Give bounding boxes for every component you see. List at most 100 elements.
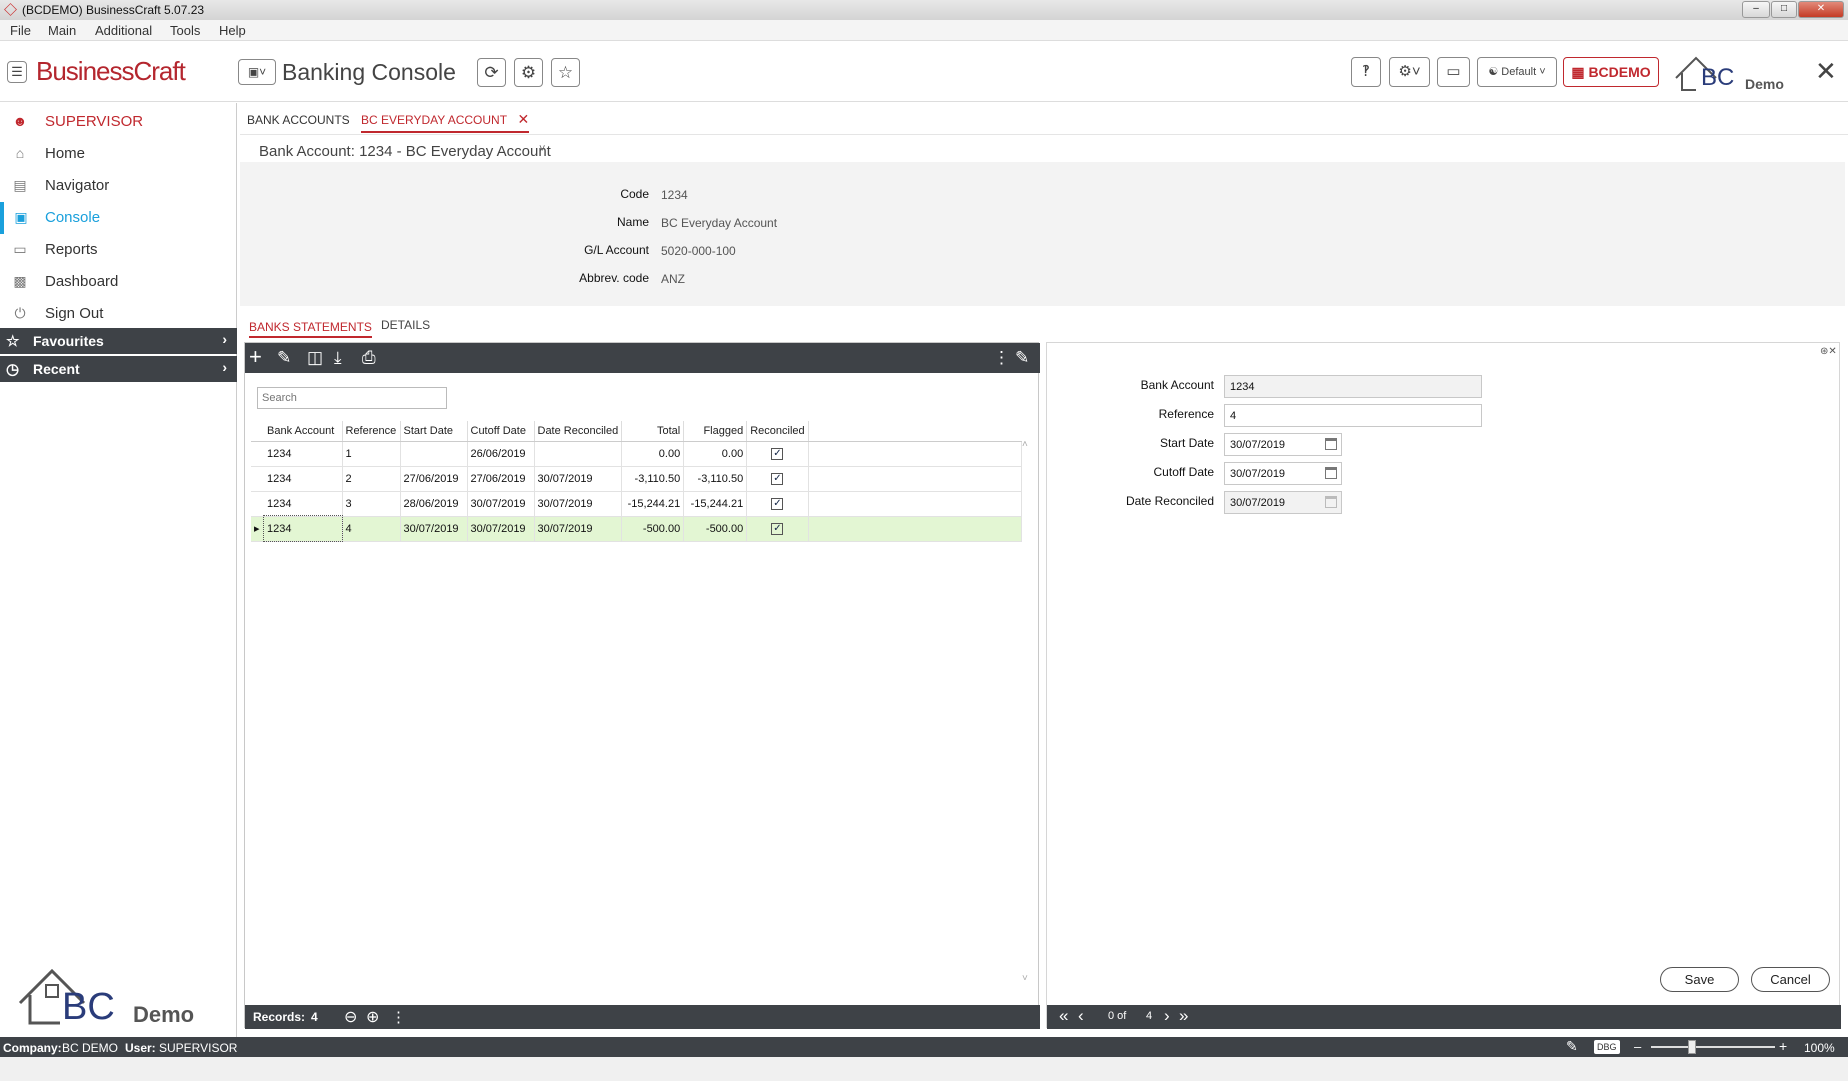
- col-total[interactable]: Total: [621, 421, 685, 442]
- table-cell[interactable]: 1: [342, 441, 401, 467]
- sidebar-item-console[interactable]: ▣ Console: [0, 202, 237, 234]
- unpin-close-icon[interactable]: ⊛✕: [1820, 346, 1837, 357]
- delete-trash-icon[interactable]: ◫: [307, 348, 323, 368]
- minimize-button[interactable]: –: [1742, 1, 1770, 18]
- close-console-icon[interactable]: ✕: [1815, 56, 1837, 87]
- scroll-up-icon[interactable]: ˄: [1022, 439, 1028, 450]
- table-row[interactable]: 1234 3 28/06/2019 30/07/2019 30/07/2019 -15,2…: [251, 491, 1022, 517]
- table-cell[interactable]: 1234: [264, 441, 343, 467]
- table-cell[interactable]: 0.00: [683, 441, 748, 467]
- more-vertical-icon[interactable]: ⋮: [993, 348, 1010, 368]
- maximize-button[interactable]: □: [1771, 1, 1797, 18]
- grid-scrollbar[interactable]: ˄ ˅: [1021, 439, 1033, 984]
- table-cell[interactable]: -15,244.21: [683, 491, 748, 517]
- col-reference[interactable]: Reference: [342, 421, 401, 442]
- first-page-icon[interactable]: «: [1059, 1006, 1068, 1026]
- table-cell[interactable]: -3,110.50: [683, 466, 748, 492]
- chat-icon[interactable]: ✎: [1566, 1038, 1578, 1055]
- reconciled-checkbox-cell[interactable]: ✓: [746, 491, 809, 517]
- col-reconciled[interactable]: Reconciled: [746, 421, 809, 442]
- sidebar-favourites[interactable]: ☆ Favourites ›: [0, 328, 237, 354]
- collapse-minus-icon[interactable]: ⊖: [344, 1007, 357, 1027]
- help-bulb-icon[interactable]: ‽: [1351, 57, 1381, 87]
- settings-gear-icon[interactable]: ⚙: [514, 58, 543, 87]
- table-cell[interactable]: 27/06/2019: [400, 466, 468, 492]
- table-cell[interactable]: -15,244.21: [621, 491, 685, 517]
- table-cell[interactable]: -500.00: [683, 516, 748, 542]
- table-cell[interactable]: [400, 441, 468, 467]
- menu-file[interactable]: File: [10, 23, 31, 38]
- calendar-icon[interactable]: [1325, 467, 1337, 479]
- footer-more-icon[interactable]: ⋮: [391, 1008, 406, 1026]
- scroll-down-icon[interactable]: ˅: [1022, 973, 1028, 984]
- col-bank-account[interactable]: Bank Account: [264, 421, 343, 442]
- table-cell[interactable]: 30/07/2019: [534, 516, 623, 542]
- reference-field[interactable]: 4: [1224, 404, 1482, 427]
- save-button[interactable]: Save: [1660, 967, 1739, 992]
- add-icon[interactable]: +: [249, 344, 262, 370]
- menu-main[interactable]: Main: [48, 23, 76, 38]
- cutoff-date-field[interactable]: 30/07/2019: [1224, 462, 1342, 485]
- reconciled-checkbox[interactable]: ✓: [771, 473, 784, 485]
- sidebar-item-reports[interactable]: ▭ Reports: [0, 234, 237, 266]
- table-cell[interactable]: 30/07/2019: [534, 491, 623, 517]
- menu-help[interactable]: Help: [219, 23, 246, 38]
- reconciled-checkbox[interactable]: ✓: [771, 523, 784, 535]
- dbg-badge[interactable]: DBG: [1594, 1040, 1620, 1054]
- table-cell[interactable]: -500.00: [621, 516, 685, 542]
- profile-dropdown[interactable]: ☯ Default ˅: [1477, 57, 1557, 87]
- cancel-button[interactable]: Cancel: [1751, 967, 1830, 992]
- zoom-in-icon[interactable]: +: [1779, 1038, 1787, 1054]
- table-cell[interactable]: 4: [342, 516, 401, 542]
- reconciled-checkbox-cell[interactable]: ✓: [746, 516, 809, 542]
- table-cell[interactable]: 1234: [264, 466, 343, 492]
- next-page-icon[interactable]: ›: [1164, 1006, 1170, 1026]
- sidebar-item-dashboard[interactable]: ▩ Dashboard: [0, 266, 237, 298]
- printer-tray-icon[interactable]: ▭: [1437, 57, 1470, 87]
- sidebar-item-sign-out[interactable]: ⏻ Sign Out: [0, 298, 237, 330]
- table-cell[interactable]: 28/06/2019: [400, 491, 468, 517]
- close-window-button[interactable]: ✕: [1798, 1, 1844, 18]
- col-date-reconciled[interactable]: Date Reconciled: [534, 421, 623, 442]
- record-header[interactable]: Bank Account: 1234 - BC Everyday Account: [259, 143, 551, 160]
- col-cutoff-date[interactable]: Cutoff Date: [467, 421, 535, 442]
- col-start-date[interactable]: Start Date: [400, 421, 468, 442]
- menu-tools[interactable]: Tools: [170, 23, 200, 38]
- table-row[interactable]: ▸ 1234 4 30/07/2019 30/07/2019 30/07/2019 -500…: [251, 515, 1022, 542]
- table-cell[interactable]: 30/07/2019: [400, 516, 468, 542]
- tab-banks-statements[interactable]: BANKS STATEMENTS: [249, 318, 372, 338]
- chevron-down-icon[interactable]: ˅: [539, 143, 545, 155]
- menu-additional[interactable]: Additional: [95, 23, 152, 38]
- sidebar-item-navigator[interactable]: ▤ Navigator: [0, 170, 237, 202]
- zoom-slider[interactable]: [1651, 1046, 1775, 1048]
- sidebar-recent[interactable]: ◷ Recent ›: [0, 356, 237, 382]
- last-page-icon[interactable]: »: [1179, 1006, 1188, 1026]
- table-cell[interactable]: 26/06/2019: [467, 441, 535, 467]
- table-cell[interactable]: 1234: [264, 491, 343, 517]
- start-date-field[interactable]: 30/07/2019: [1224, 433, 1342, 456]
- date-reconciled-field[interactable]: 30/07/2019: [1224, 491, 1342, 514]
- reconciled-checkbox-cell[interactable]: ✓: [746, 441, 809, 467]
- table-cell[interactable]: 30/07/2019: [467, 516, 535, 542]
- close-tab-icon[interactable]: ✕: [518, 111, 530, 127]
- reconciled-checkbox[interactable]: ✓: [771, 448, 784, 460]
- tab-details[interactable]: DETAILS: [381, 318, 430, 332]
- import-download-icon[interactable]: ⤓: [334, 348, 342, 368]
- edit-icon[interactable]: ✎: [277, 348, 291, 368]
- previous-page-icon[interactable]: ‹: [1078, 1006, 1084, 1026]
- bank-account-field[interactable]: 1234: [1224, 375, 1482, 398]
- reconciled-checkbox[interactable]: ✓: [771, 498, 784, 510]
- refresh-icon[interactable]: ⟳: [477, 58, 506, 87]
- table-cell[interactable]: -3,110.50: [621, 466, 685, 492]
- table-cell[interactable]: 1234: [263, 515, 343, 542]
- table-cell[interactable]: 2: [342, 466, 401, 492]
- sidebar-item-home[interactable]: ⌂ Home: [0, 138, 237, 170]
- edit-form-icon[interactable]: ✎: [1015, 348, 1029, 368]
- expand-plus-icon[interactable]: ⊕: [366, 1007, 379, 1027]
- calendar-icon[interactable]: [1325, 438, 1337, 450]
- hamburger-menu-icon[interactable]: ☰: [7, 61, 27, 83]
- zoom-slider-handle[interactable]: [1688, 1040, 1696, 1054]
- reconciled-checkbox-cell[interactable]: ✓: [746, 466, 809, 492]
- col-flagged[interactable]: Flagged: [683, 421, 748, 442]
- company-badge[interactable]: ▦ BCDEMO: [1563, 57, 1659, 87]
